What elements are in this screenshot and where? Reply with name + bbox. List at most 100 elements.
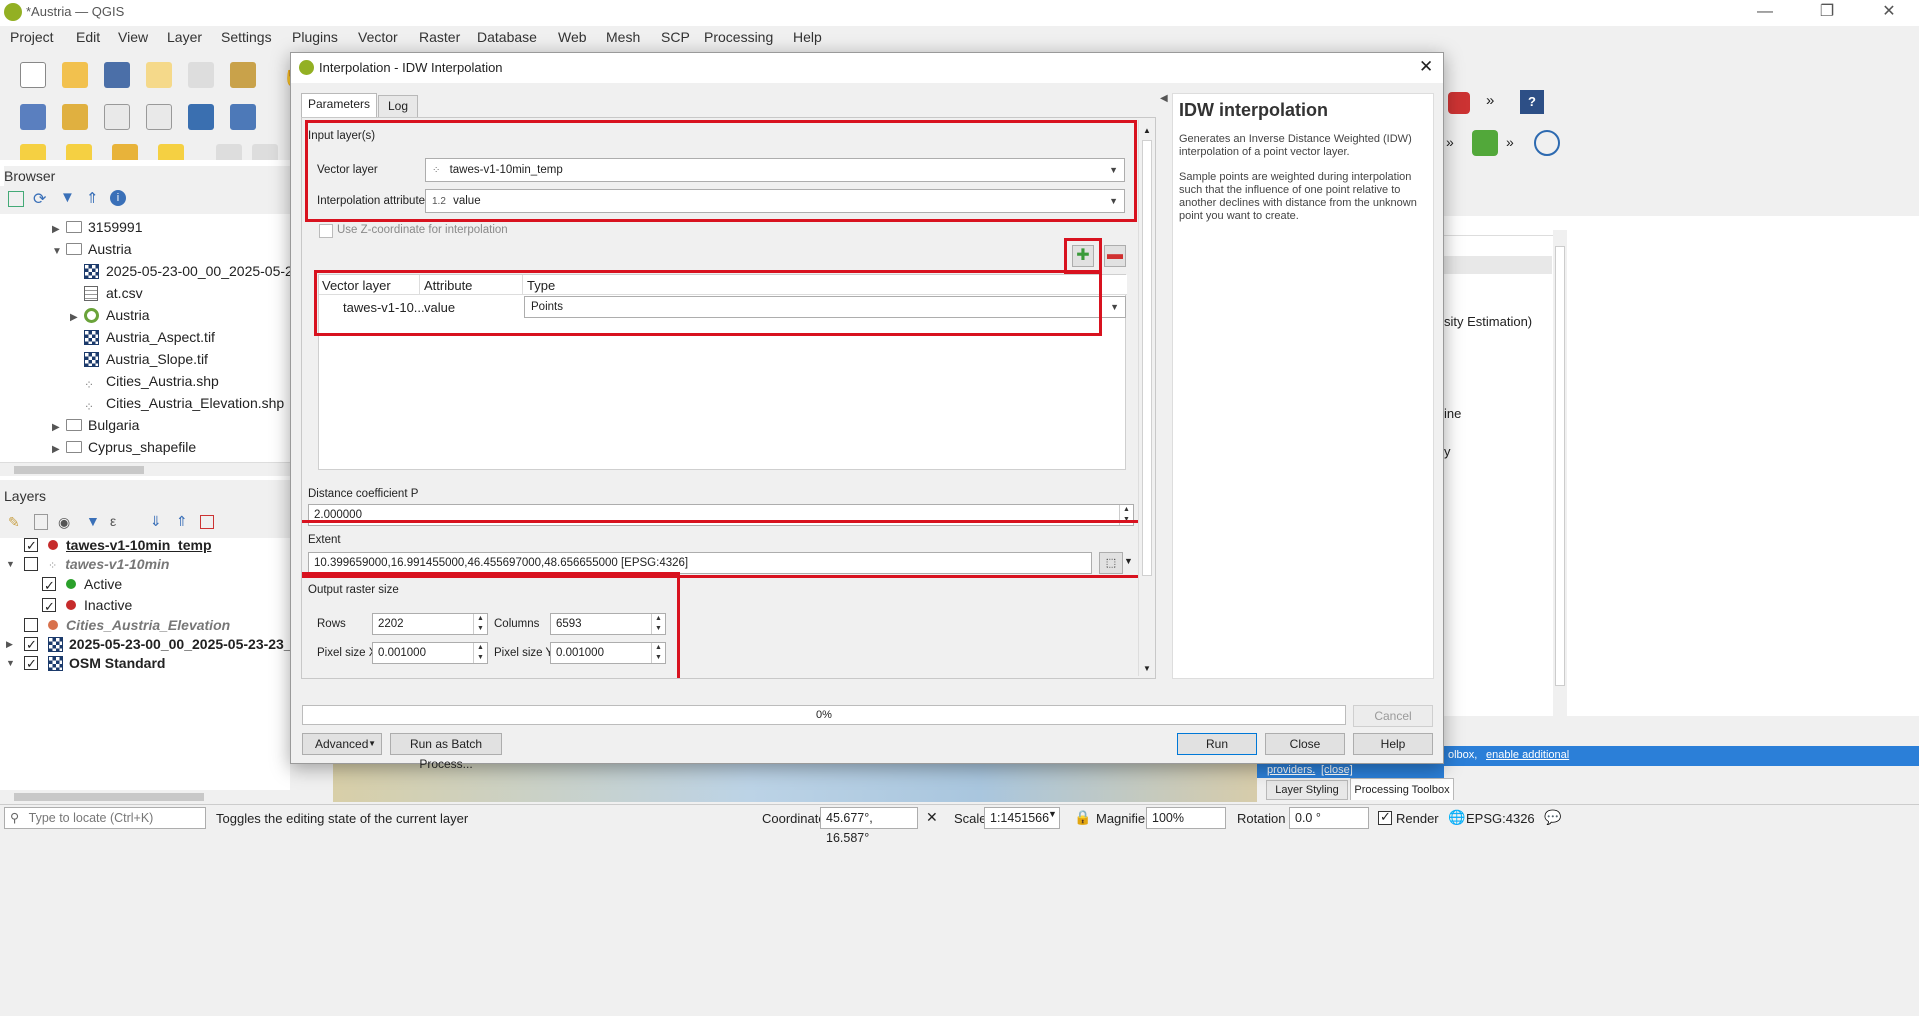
layer-item[interactable]: Cities_Austria_Elevation: [0, 616, 290, 635]
digitize-icon[interactable]: [146, 104, 172, 130]
minimize-button[interactable]: —: [1742, 0, 1788, 26]
layer-item[interactable]: Active: [0, 574, 290, 596]
layer-visibility-checkbox[interactable]: [24, 654, 38, 673]
add-selected-icon[interactable]: [8, 191, 24, 207]
tab-layer-styling[interactable]: Layer Styling: [1266, 780, 1348, 800]
browser-item[interactable]: ▶ Austria: [0, 304, 290, 326]
cloud-icon[interactable]: [1534, 130, 1560, 156]
browser-item[interactable]: 2025-05-23-00_00_2025-05-23-23: [0, 260, 321, 282]
remove-layer-button[interactable]: ▬: [1104, 245, 1126, 267]
providers-link[interactable]: providers.: [1267, 764, 1315, 776]
menu-database[interactable]: Database: [477, 29, 537, 45]
menu-project[interactable]: Project: [10, 29, 54, 45]
layer-item[interactable]: ▼ ⁘ tawes-v1-10min: [0, 555, 290, 574]
close-message-link[interactable]: [close]: [1321, 764, 1353, 776]
locator-input[interactable]: ⚲ Type to locate (Ctrl+K): [4, 807, 206, 829]
magnifier-field[interactable]: 100%: [1146, 807, 1226, 829]
layer-visibility-checkbox[interactable]: [42, 575, 56, 596]
layer-visibility-checkbox[interactable]: [24, 635, 38, 654]
scroll-up-icon[interactable]: ▲: [1143, 126, 1151, 135]
toolbox-item-line[interactable]: ine: [1444, 406, 1461, 421]
layer-visibility-checkbox[interactable]: [24, 536, 38, 555]
layers-hscrollbar[interactable]: [0, 790, 330, 804]
browser-item[interactable]: ▼ Austria: [0, 238, 290, 260]
add-wms-icon[interactable]: [188, 104, 214, 130]
more-tools-icon-3[interactable]: »: [1506, 134, 1514, 150]
crs-globe-icon[interactable]: 🌐: [1448, 809, 1465, 826]
open-project-icon[interactable]: [62, 62, 88, 88]
collapse-all-layers-icon[interactable]: ⇑: [176, 513, 188, 530]
menu-view[interactable]: View: [118, 29, 148, 45]
close-button[interactable]: Close: [1265, 733, 1345, 755]
style-icon[interactable]: ✎: [8, 514, 20, 531]
menu-web[interactable]: Web: [558, 29, 587, 45]
new-print-layout-icon[interactable]: [146, 62, 172, 88]
data-source-manager-icon[interactable]: [20, 104, 46, 130]
filter-icon[interactable]: ▼: [60, 189, 75, 206]
layers-hscroll-thumb[interactable]: [14, 793, 204, 801]
toolbox-vscroll-thumb[interactable]: [1555, 246, 1565, 686]
browser-item[interactable]: Austria_Slope.tif: [0, 348, 290, 370]
browser-item[interactable]: at.csv: [0, 282, 290, 304]
use-z-checkbox[interactable]: [319, 224, 333, 238]
enable-providers-link[interactable]: enable additional: [1486, 749, 1569, 761]
new-project-icon[interactable]: [20, 62, 46, 88]
menu-scp[interactable]: SCP: [661, 29, 690, 45]
collapse-help-icon[interactable]: ◀: [1160, 93, 1168, 104]
toolbox-vscrollbar[interactable]: [1553, 230, 1567, 740]
maximize-button[interactable]: ❐: [1804, 0, 1850, 26]
expanded-arrow-icon[interactable]: ▼: [52, 241, 66, 263]
expanded-arrow-icon[interactable]: ▼: [6, 654, 15, 673]
layer-item[interactable]: ▶ 2025-05-23-00_00_2025-05-23-23_59_D: [0, 635, 325, 654]
toolbox-item-density[interactable]: sity Estimation): [1444, 314, 1532, 329]
collapse-all-icon[interactable]: ⇑: [86, 189, 99, 207]
layer-item[interactable]: ▼ OSM Standard: [0, 654, 290, 673]
lock-icon[interactable]: 🔒: [1074, 809, 1091, 826]
dialog-close-icon[interactable]: ✕: [1419, 57, 1433, 77]
layer-item[interactable]: tawes-v1-10min_temp: [0, 536, 290, 555]
scroll-down-icon[interactable]: ▼: [1143, 664, 1151, 673]
tab-parameters[interactable]: Parameters: [301, 93, 377, 117]
coordinate-field[interactable]: 45.677°, 16.587°: [820, 807, 918, 845]
menu-mesh[interactable]: Mesh: [606, 29, 640, 45]
browser-item[interactable]: ▶ Cyprus_shapefile: [0, 436, 290, 458]
toolbox-item-y[interactable]: y: [1444, 444, 1451, 459]
help-button[interactable]: Help: [1353, 733, 1433, 755]
browser-item[interactable]: Austria_Aspect.tif: [0, 326, 290, 348]
menu-edit[interactable]: Edit: [76, 29, 100, 45]
tab-processing-toolbox[interactable]: Processing Toolbox: [1350, 778, 1454, 800]
render-checkbox[interactable]: [1378, 809, 1392, 825]
layer-item[interactable]: Inactive: [0, 595, 290, 617]
add-layer-button[interactable]: ✚: [1072, 245, 1094, 267]
crs-label[interactable]: EPSG:4326: [1466, 811, 1535, 826]
menu-vector[interactable]: Vector: [358, 29, 398, 45]
info-icon[interactable]: i: [110, 190, 126, 206]
cancel-button[interactable]: Cancel: [1353, 705, 1433, 727]
browser-hscrollbar[interactable]: [0, 462, 290, 476]
menu-layer[interactable]: Layer: [167, 29, 202, 45]
expand-all-icon[interactable]: ⇓: [150, 513, 162, 530]
collapsed-arrow-icon[interactable]: ▶: [6, 635, 13, 654]
browser-item[interactable]: ▶ Bulgaria: [0, 414, 290, 436]
visibility-icon[interactable]: ◉: [58, 514, 70, 531]
more-tools-icon[interactable]: »: [1486, 92, 1494, 109]
rotation-field[interactable]: 0.0 °: [1289, 807, 1369, 829]
layout-manager-icon[interactable]: [188, 62, 214, 88]
scale-dropdown-icon[interactable]: ▼: [1048, 809, 1057, 819]
more-tools-icon-2[interactable]: »: [1446, 134, 1454, 150]
add-delimited-text-icon[interactable]: [104, 104, 130, 130]
style-manager-icon[interactable]: [230, 62, 256, 88]
menu-settings[interactable]: Settings: [221, 29, 272, 45]
browser-item[interactable]: ⁘ Cities_Austria_Elevation.shp: [0, 392, 290, 414]
toolbox-search[interactable]: [1444, 216, 1564, 236]
messages-icon[interactable]: 💬: [1544, 809, 1561, 826]
batch-process-button[interactable]: Run as Batch Process...: [390, 733, 502, 771]
refresh-icon[interactable]: ⟳: [33, 189, 46, 209]
help-contents-icon[interactable]: ?: [1520, 90, 1544, 114]
params-vscrollbar[interactable]: ▲ ▼: [1138, 120, 1154, 676]
menu-plugins[interactable]: Plugins: [292, 29, 338, 45]
browser-hscroll-thumb[interactable]: [14, 466, 144, 474]
close-window-button[interactable]: ✕: [1866, 0, 1912, 26]
layer-visibility-checkbox[interactable]: [24, 557, 38, 571]
scp-icon[interactable]: [1472, 130, 1498, 156]
